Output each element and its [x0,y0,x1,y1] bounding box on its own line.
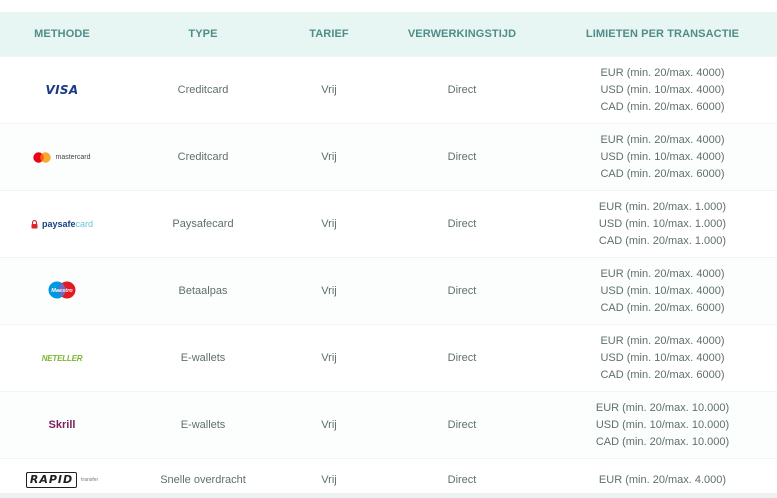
method-cell: Maestro [0,257,124,325]
maestro-circles-icon: Maestro [48,281,76,299]
table-header: METHODE TYPE TARIEF VERWERKINGSTIJD LIMI… [0,12,777,57]
skrill-logo: Skrill [49,415,76,435]
limits-cell: EUR (min. 20/max. 4000) USD (min. 10/max… [548,123,777,191]
payment-methods-table: METHODE TYPE TARIEF VERWERKINGSTIJD LIMI… [0,12,777,498]
method-cell: paysafecard [0,190,124,258]
time-cell: Direct [376,190,548,258]
limit-line: EUR (min. 20/max. 4.000) [598,473,727,486]
limit-line: EUR (min. 20/max. 4000) [600,334,725,347]
fee-cell: Vrij [282,190,376,258]
fee-cell: Vrij [282,324,376,392]
limit-line: USD (min. 10/max. 4000) [600,83,725,96]
header-type: TYPE [124,12,282,57]
limit-line: USD (min. 10/max. 4000) [600,284,725,297]
lock-icon [31,219,38,228]
header-limits: LIMIETEN PER TRANSACTIE [548,12,777,57]
method-cell: VISA [0,56,124,124]
time-cell: Direct [376,56,548,124]
mastercard-circles-icon [33,151,52,163]
limit-line: CAD (min. 20/max. 6000) [600,368,725,381]
fee-cell: Vrij [282,123,376,191]
header-method: METHODE [0,12,124,57]
table-row: VISA Creditcard Vrij Direct EUR (min. 20… [0,56,777,124]
limit-line: EUR (min. 20/max. 4000) [600,133,725,146]
limits-cell: EUR (min. 20/max. 4000) USD (min. 10/max… [548,56,777,124]
limit-line: EUR (min. 20/max. 1.000) [598,200,727,213]
mastercard-logo: mastercard [33,147,91,167]
limits-cell: EUR (min. 20/max. 4000) USD (min. 10/max… [548,324,777,392]
payment-methods-panel: METHODE TYPE TARIEF VERWERKINGSTIJD LIMI… [0,0,777,498]
type-cell: Creditcard [124,123,282,191]
rapid-transfer-logo: RAPID transfer [25,470,99,490]
visa-logo: VISA [46,80,79,100]
type-cell: E-wallets [124,324,282,392]
table-row: Skrill E-wallets Vrij Direct EUR (min. 2… [0,391,777,459]
bottom-divider [0,493,777,498]
table-row: paysafecard Paysafecard Vrij Direct EUR … [0,190,777,258]
table-row: Maestro Betaalpas Vrij Direct EUR (min. … [0,257,777,325]
skrill-wordmark: Skrill [48,419,76,431]
table-body: VISA Creditcard Vrij Direct EUR (min. 20… [0,56,777,498]
limit-line: CAD (min. 20/max. 6000) [600,100,725,113]
paysafecard-wordmark: paysafecard [41,219,94,229]
fee-cell: Vrij [282,56,376,124]
table-row: NETELLER E-wallets Vrij Direct EUR (min.… [0,324,777,392]
time-cell: Direct [376,123,548,191]
visa-wordmark: VISA [45,83,79,97]
limit-line: EUR (min. 20/max. 4000) [600,66,725,79]
maestro-wordmark: Maestro [51,288,73,294]
maestro-logo: Maestro [47,280,77,300]
header-row: METHODE TYPE TARIEF VERWERKINGSTIJD LIMI… [0,12,777,57]
type-cell: E-wallets [124,391,282,459]
paysafecard-logo: paysafecard [31,214,93,234]
limit-line: USD (min. 10/max. 4000) [600,150,725,163]
limits-cell: EUR (min. 20/max. 1.000) USD (min. 10/ma… [548,190,777,258]
limit-line: CAD (min. 20/max. 1.000) [598,234,727,247]
method-cell: NETELLER [0,324,124,392]
time-cell: Direct [376,391,548,459]
rapid-wordmark: RAPID [25,472,78,488]
type-cell: Betaalpas [124,257,282,325]
limits-cell: EUR (min. 20/max. 4000) USD (min. 10/max… [548,257,777,325]
limit-line: USD (min. 10/max. 10.000) [595,418,730,431]
limit-line: EUR (min. 20/max. 4000) [600,267,725,280]
header-processing-time: VERWERKINGSTIJD [376,12,548,57]
limit-line: CAD (min. 20/max. 10.000) [595,435,730,448]
method-cell: Skrill [0,391,124,459]
time-cell: Direct [376,257,548,325]
type-cell: Paysafecard [124,190,282,258]
table-row: mastercard Creditcard Vrij Direct EUR (m… [0,123,777,191]
limit-line: USD (min. 10/max. 1.000) [598,217,727,230]
fee-cell: Vrij [282,257,376,325]
rapid-transfer-subword: transfer [81,477,99,483]
limits-cell: EUR (min. 20/max. 10.000) USD (min. 10/m… [548,391,777,459]
method-cell: mastercard [0,123,124,191]
type-cell: Creditcard [124,56,282,124]
limit-line: EUR (min. 20/max. 10.000) [595,401,730,414]
header-fee: TARIEF [282,12,376,57]
fee-cell: Vrij [282,391,376,459]
time-cell: Direct [376,324,548,392]
limit-line: USD (min. 10/max. 4000) [600,351,725,364]
neteller-logo: NETELLER [42,348,83,368]
limit-line: CAD (min. 20/max. 6000) [600,301,725,314]
mastercard-wordmark: mastercard [55,153,91,161]
limit-line: CAD (min. 20/max. 6000) [600,167,725,180]
neteller-wordmark: NETELLER [41,353,83,363]
